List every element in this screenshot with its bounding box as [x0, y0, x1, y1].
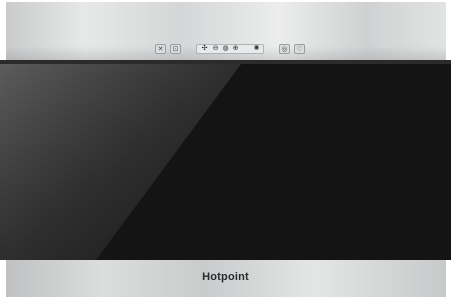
plus-icon[interactable]: ⊕ [231, 45, 240, 53]
delay-timer-icon: ⊡ [172, 46, 179, 53]
power-button[interactable]: ◎ [279, 44, 290, 54]
glass-reflection [0, 60, 451, 260]
light-button[interactable]: ♡ [294, 44, 305, 54]
fan-off-icon: ✕ [157, 46, 164, 53]
fan-speed-icon[interactable]: ✣ [200, 45, 209, 53]
light-icon: ♡ [296, 46, 303, 53]
brand-logo: Hotpoint [202, 271, 249, 283]
control-panel: ✕ ⊡ ✣ ⊖ ◍ ⊕ ✺ ◎ ♡ [0, 44, 451, 58]
minus-icon[interactable]: ⊖ [211, 45, 220, 53]
speed-level-icon: ◍ [222, 45, 229, 52]
boost-icon[interactable]: ✺ [252, 45, 261, 53]
cooker-hood: ✕ ⊡ ✣ ⊖ ◍ ⊕ ✺ ◎ ♡ Hotpoint [0, 0, 451, 297]
delay-timer-button[interactable]: ⊡ [170, 44, 181, 54]
fan-off-button[interactable]: ✕ [155, 44, 166, 54]
power-icon: ◎ [281, 46, 288, 53]
black-glass-panel [0, 60, 451, 260]
control-display: ✣ ⊖ ◍ ⊕ ✺ [196, 44, 264, 54]
